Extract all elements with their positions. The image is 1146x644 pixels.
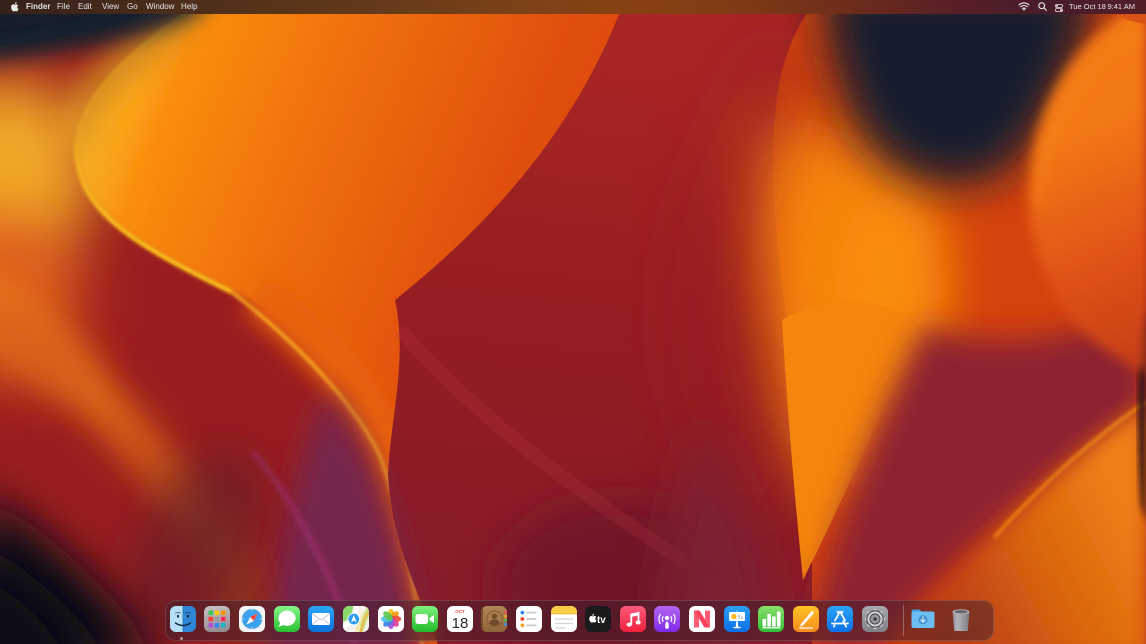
svg-text:tv: tv: [597, 615, 606, 626]
svg-text:18: 18: [452, 615, 469, 632]
svg-text:OCT: OCT: [455, 609, 465, 614]
